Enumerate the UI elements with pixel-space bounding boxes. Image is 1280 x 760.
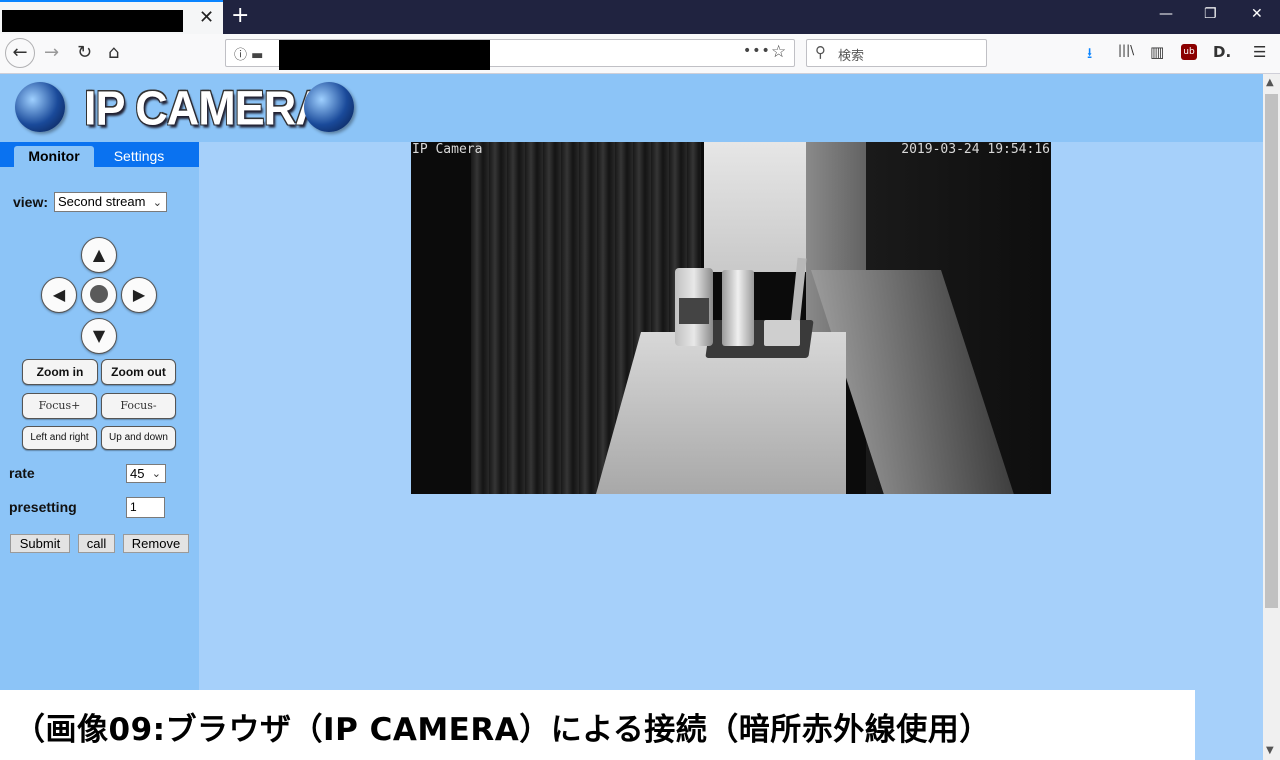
camera-video-feed[interactable]: IP Camera 2019-03-24 19:54:16 bbox=[411, 142, 1051, 494]
video-osd-timestamp: 2019-03-24 19:54:16 bbox=[901, 142, 1050, 157]
menu-icon[interactable]: ☰ bbox=[1253, 43, 1266, 61]
globe-icon-left bbox=[15, 82, 65, 132]
view-select[interactable]: Second stream ⌄ bbox=[54, 192, 167, 212]
ptz-up-button[interactable]: ▲ bbox=[81, 237, 117, 273]
remove-button[interactable]: Remove bbox=[123, 534, 189, 553]
rate-label: rate bbox=[9, 465, 35, 481]
url-bar[interactable]: ⓘ ▬ ••• ☆ bbox=[225, 39, 795, 70]
tab-monitor[interactable]: Monitor bbox=[14, 146, 94, 167]
rate-select[interactable]: 45 ⌄ bbox=[126, 464, 166, 483]
download-icon[interactable]: ⭳ bbox=[1087, 43, 1092, 68]
minimize-icon[interactable]: — bbox=[1159, 6, 1173, 22]
zoom-out-button[interactable]: Zoom out bbox=[101, 359, 176, 385]
sidebar-icon[interactable]: ▥ bbox=[1150, 43, 1164, 61]
ptz-left-button[interactable]: ◀ bbox=[41, 277, 77, 313]
up-and-down-button[interactable]: Up and down bbox=[101, 426, 176, 450]
reload-icon[interactable]: ↻ bbox=[77, 42, 92, 63]
video-wall-shape bbox=[704, 142, 814, 272]
chevron-down-icon: ⌄ bbox=[151, 468, 161, 480]
video-osd-name: IP Camera bbox=[412, 142, 483, 157]
back-icon[interactable]: ← bbox=[5, 38, 35, 68]
view-label: view: bbox=[13, 194, 49, 210]
scroll-down-icon[interactable]: ▼ bbox=[1266, 745, 1274, 756]
submit-button[interactable]: Submit bbox=[10, 534, 70, 553]
new-tab-icon[interactable]: + bbox=[231, 3, 249, 28]
library-icon[interactable]: |||\ bbox=[1118, 43, 1134, 57]
presetting-input[interactable]: 1 bbox=[126, 497, 165, 518]
home-icon[interactable]: ⌂ bbox=[108, 42, 119, 63]
tab-close-icon[interactable]: ✕ bbox=[199, 7, 214, 28]
ptz-center-button[interactable] bbox=[81, 277, 117, 313]
presetting-label: presetting bbox=[9, 499, 77, 515]
search-icon: ⚲ bbox=[815, 43, 826, 61]
bookmark-star-icon[interactable]: ☆ bbox=[771, 42, 786, 62]
video-can-shape bbox=[722, 270, 754, 346]
tab-title-redacted bbox=[2, 10, 183, 32]
search-placeholder: 検索 bbox=[838, 49, 865, 64]
video-jar-label-shape bbox=[679, 298, 709, 324]
extension-icon[interactable]: D. bbox=[1213, 43, 1231, 61]
video-cup-shape bbox=[764, 320, 800, 346]
ublock-icon[interactable]: ub bbox=[1181, 44, 1197, 60]
window-close-icon[interactable]: ✕ bbox=[1251, 6, 1263, 22]
stop-icon bbox=[90, 285, 108, 303]
rate-select-value: 45 bbox=[130, 466, 145, 481]
scrollbar-thumb[interactable] bbox=[1265, 94, 1278, 608]
view-select-value: Second stream bbox=[58, 194, 146, 209]
caption-text: （画像09:ブラウザ（IP CAMERA）による接続（暗所赤外線使用） bbox=[14, 712, 991, 748]
restore-icon[interactable]: ❐ bbox=[1204, 6, 1217, 22]
url-text-redacted bbox=[279, 40, 490, 70]
left-and-right-button[interactable]: Left and right bbox=[22, 426, 97, 450]
logo-text: IP CAMERA bbox=[84, 80, 328, 136]
call-button[interactable]: call bbox=[78, 534, 115, 553]
page-actions-icon[interactable]: ••• bbox=[743, 43, 771, 59]
ptz-right-button[interactable]: ▶ bbox=[121, 277, 157, 313]
zoom-in-button[interactable]: Zoom in bbox=[22, 359, 98, 385]
tab-settings[interactable]: Settings bbox=[104, 146, 174, 167]
scroll-up-icon[interactable]: ▲ bbox=[1266, 77, 1274, 88]
search-input[interactable]: ⚲ 検索 bbox=[806, 39, 987, 67]
ptz-down-button[interactable]: ▼ bbox=[81, 318, 117, 354]
forward-icon[interactable]: → bbox=[44, 42, 59, 63]
globe-icon-right bbox=[304, 82, 354, 132]
focus-minus-button[interactable]: Focus- bbox=[101, 393, 176, 419]
chevron-down-icon: ⌄ bbox=[152, 197, 162, 209]
browser-tab[interactable]: ✕ bbox=[0, 0, 223, 34]
focus-plus-button[interactable]: Focus+ bbox=[22, 393, 97, 419]
browser-nav-bar: ← → ↻ ⌂ ⓘ ▬ ••• ☆ ⚲ 検索 ⭳ |||\ ▥ ub D. ☰ bbox=[0, 34, 1280, 74]
site-info-icon[interactable]: ⓘ ▬ bbox=[234, 44, 263, 63]
